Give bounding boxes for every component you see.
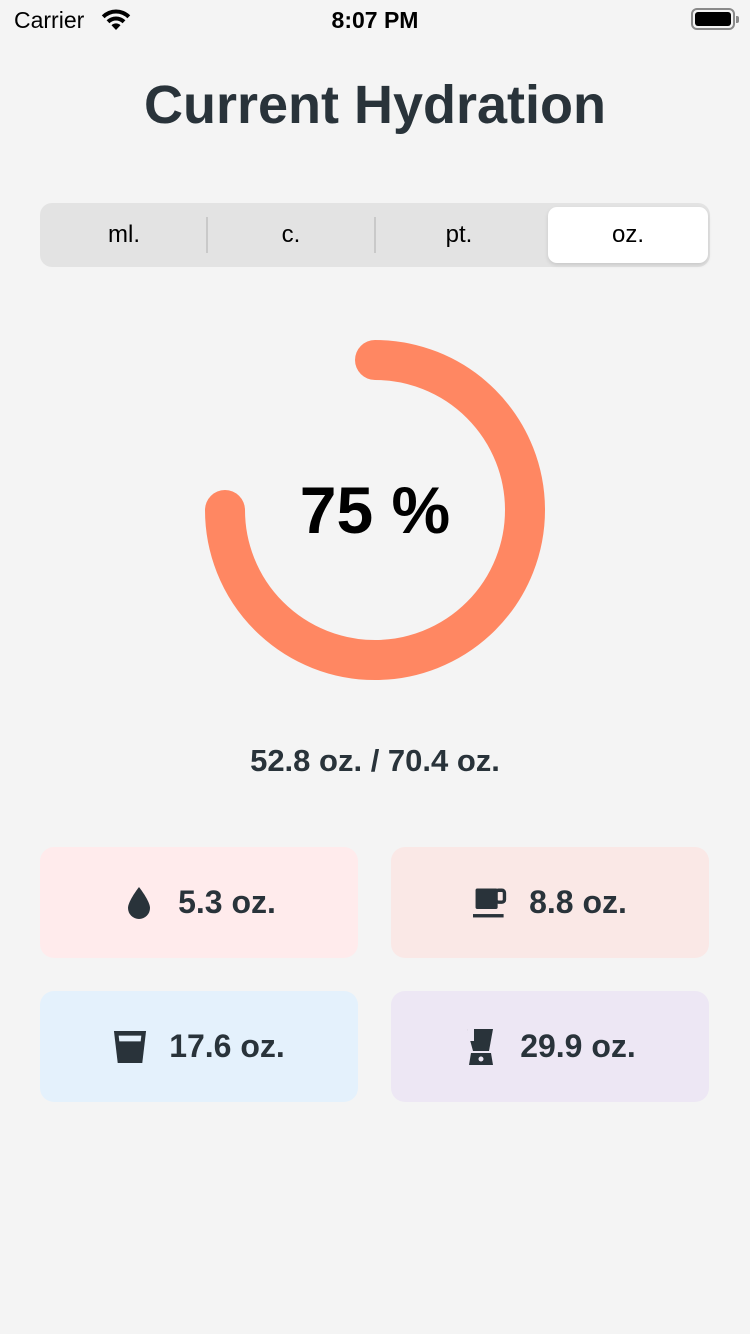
progress-percent: 75 % <box>299 473 451 547</box>
drink-amount: 8.8 oz. <box>529 884 627 920</box>
segment-divider <box>206 217 208 253</box>
status-bar: Carrier 8:07 PM <box>0 0 750 40</box>
intake-totals: 52.8 oz. / 70.4 oz. <box>250 743 500 778</box>
drink-card-coffee[interactable]: 8.8 oz. <box>391 847 709 958</box>
segment-divider <box>374 217 376 253</box>
unit-option-ml[interactable]: ml. <box>44 207 204 263</box>
drink-amount: 5.3 oz. <box>178 884 276 920</box>
drink-card-glass[interactable]: 17.6 oz. <box>40 991 358 1102</box>
unit-option-oz[interactable]: oz. <box>548 207 708 263</box>
unit-option-pints[interactable]: pt. <box>379 207 539 263</box>
water-drop-icon <box>122 883 156 923</box>
blender-icon <box>464 1027 498 1067</box>
page-title: Current Hydration <box>143 75 607 135</box>
drink-card-smoothie[interactable]: 29.9 oz. <box>391 991 709 1102</box>
drink-amount: 29.9 oz. <box>520 1028 636 1064</box>
unit-option-cups[interactable]: c. <box>211 207 371 263</box>
glass-icon <box>113 1027 147 1067</box>
coffee-cup-icon <box>473 883 507 923</box>
unit-segmented-control: ml. c. pt. oz. <box>40 203 710 267</box>
drink-card-water[interactable]: 5.3 oz. <box>40 847 358 958</box>
drink-amount: 17.6 oz. <box>169 1028 285 1064</box>
status-time: 8:07 PM <box>331 7 419 33</box>
battery-icon <box>691 8 739 30</box>
